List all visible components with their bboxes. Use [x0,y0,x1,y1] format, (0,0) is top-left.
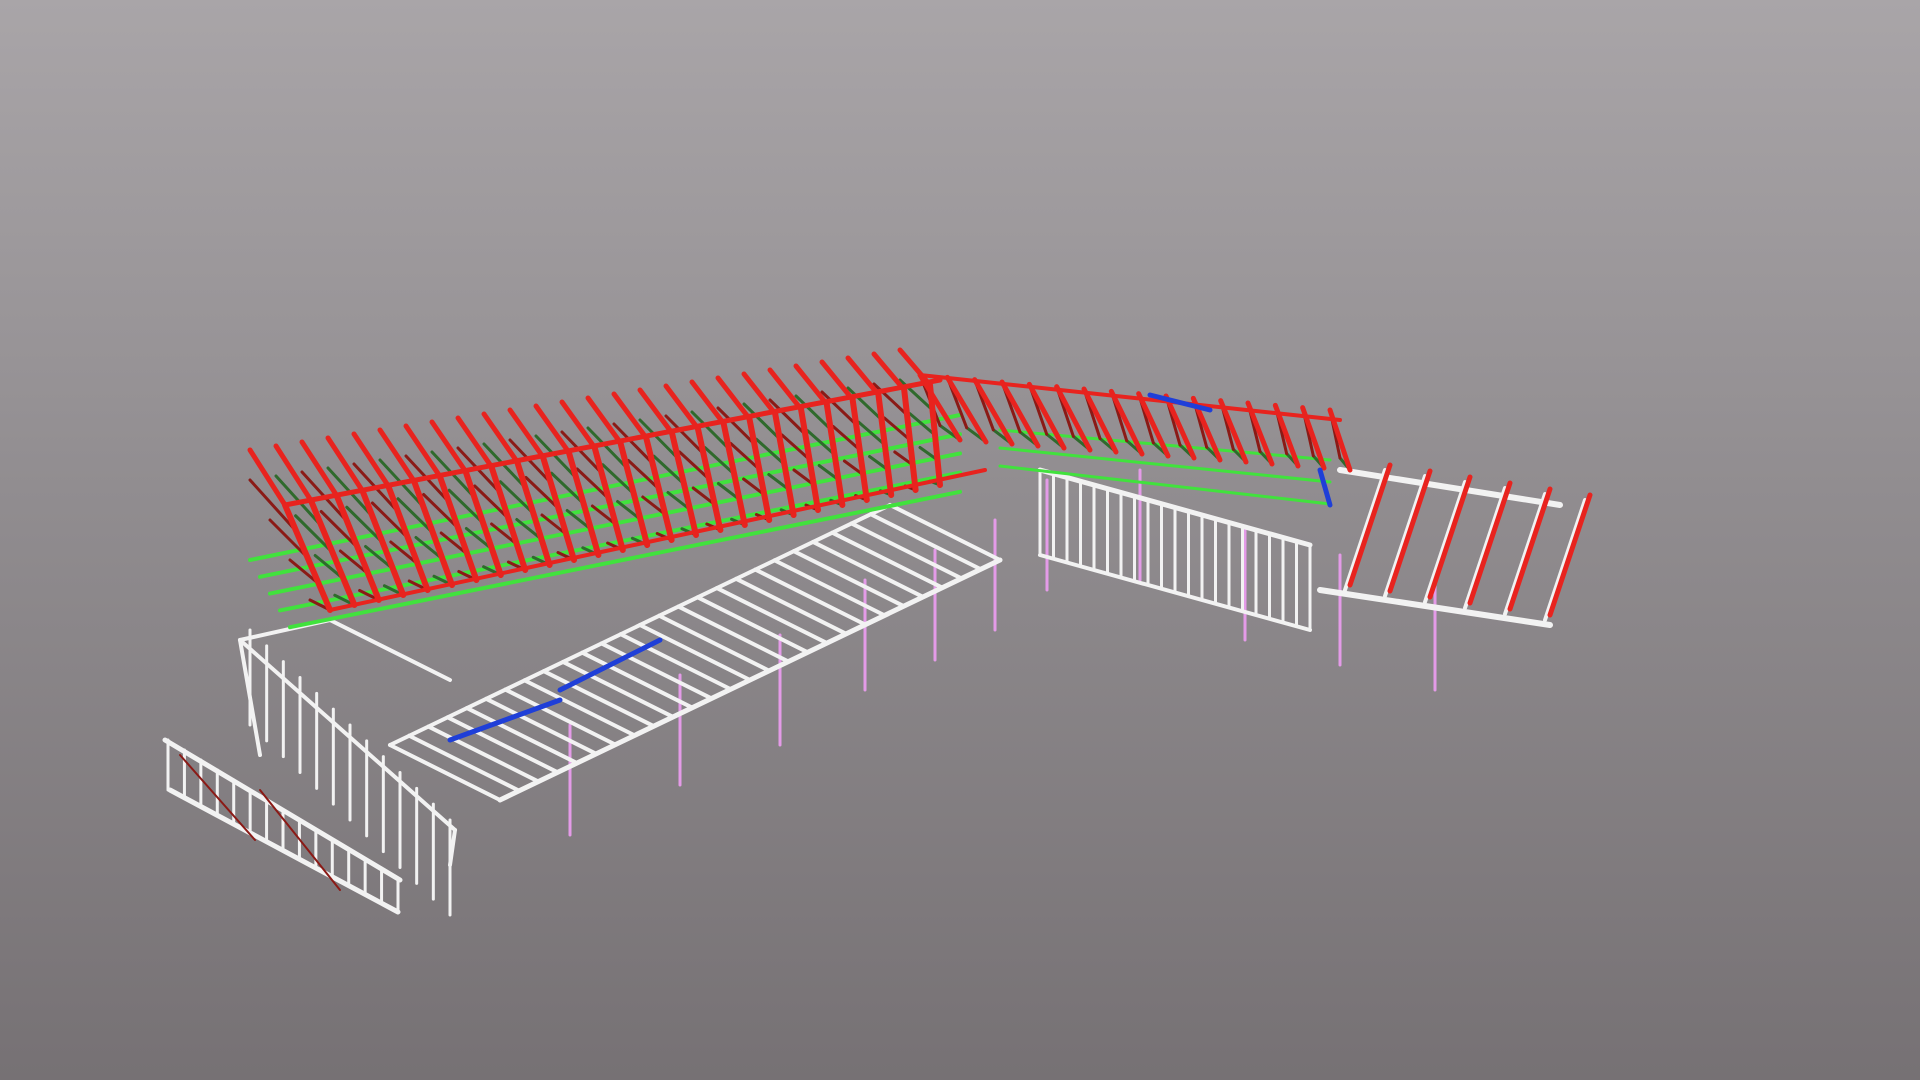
truss-top-chord [247,447,288,508]
truss-top-chord [533,403,572,455]
truss-top-chord [643,434,675,543]
truss-top-chord [565,449,602,558]
truss-top-chord [403,423,443,479]
truss-top-chord [273,443,314,503]
truss-top-chord [772,410,797,518]
cantilever-rafter [1423,480,1467,604]
green-purlins [248,413,1332,630]
panel-brace [179,754,256,841]
truss-top-chord [746,415,773,523]
truss-top-chord [1547,492,1593,618]
cantilever-rafter [1383,474,1427,598]
truss-top-chord [901,386,919,493]
truss-top-chord [617,439,651,548]
frame-model [162,347,1593,917]
truss-top-chord [481,411,520,465]
truss-top-chord [819,359,856,402]
truss-top-chord [507,407,546,460]
cantilever-rafter [1543,498,1587,622]
blue-brace [1317,467,1333,508]
gable-rafter [328,618,452,682]
truss-top-chord [559,399,598,450]
truss-top-chord [694,425,724,533]
truss-top-chord [823,401,846,508]
3d-viewport[interactable] [0,0,1920,1080]
truss-top-chord [299,439,340,498]
detached-wall-panel [162,737,403,915]
truss-top-chord [1427,474,1473,600]
truss-top-chord [282,502,333,613]
cantilever-rafter [1463,486,1507,610]
truss-top-chord [351,431,391,489]
truss-top-chord [1387,468,1433,594]
truss-top-chord [1108,388,1145,457]
truss-top-chord [875,391,895,498]
truss-top-chord [1347,462,1393,588]
truss-top-chord [1507,486,1553,612]
truss-top-chord [871,351,907,393]
truss-top-chord [585,395,623,446]
blue-brace [447,697,563,743]
truss-top-chord [845,355,881,398]
truss-top-chord [377,427,417,484]
truss-top-chord [720,420,748,528]
truss-top-chord [849,396,870,503]
truss-top-chord [455,415,494,470]
truss-top-chord [798,406,821,513]
cantilever-rafter [1343,468,1387,592]
truss-top-chord [429,419,469,474]
cantilever-rafter [1503,492,1547,616]
truss-top-chord [591,444,626,553]
truss-top-chord [325,435,365,494]
truss-top-chord [611,391,649,441]
truss-top-chord [1467,480,1513,606]
purlin [998,464,1332,506]
truss-top-chord [669,430,699,538]
